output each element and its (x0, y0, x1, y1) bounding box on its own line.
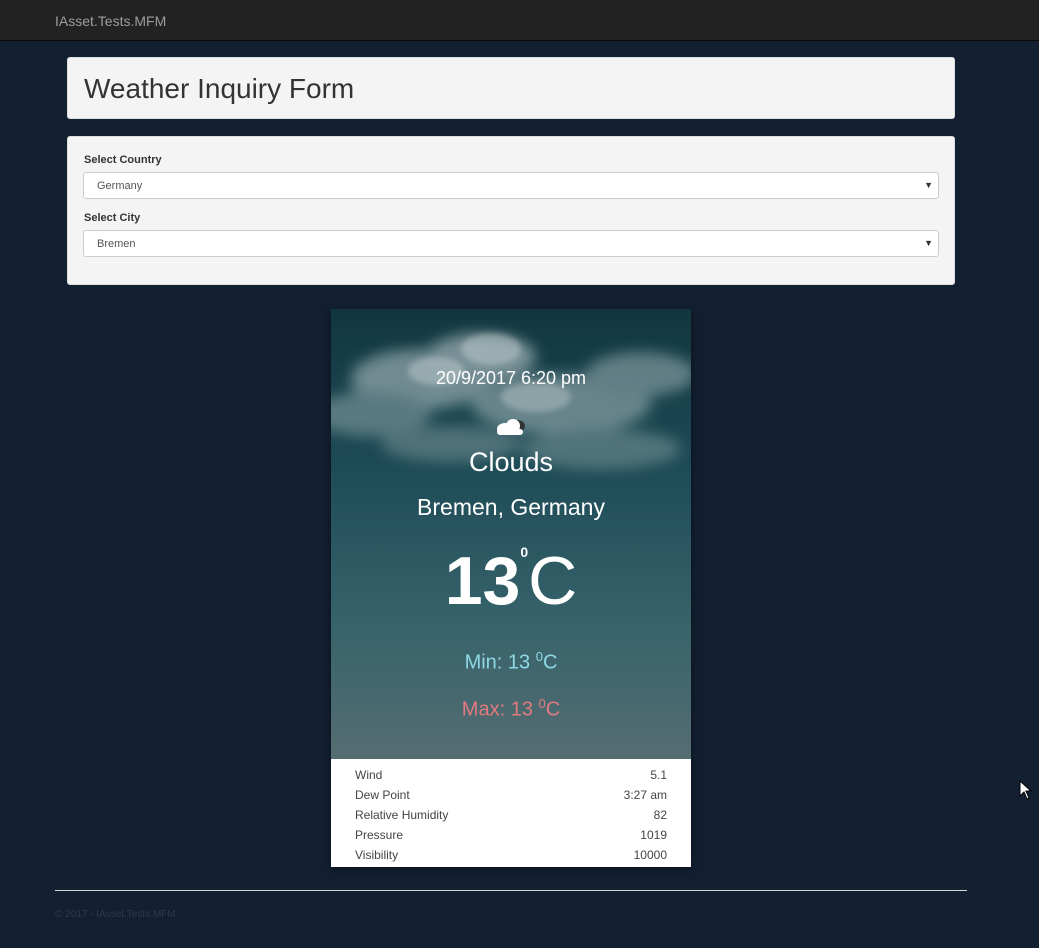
detail-label: Relative Humidity (355, 808, 449, 822)
top-navbar: IAsset.Tests.MFM (0, 0, 1039, 41)
detail-label: Visibility (355, 848, 399, 862)
weather-card: 20/9/2017 6:20 pm Clouds Bremen, Germany… (331, 309, 691, 867)
weather-location: Bremen, Germany (417, 494, 605, 520)
detail-row-relative-humidity: Relative Humidity 82 (355, 805, 667, 825)
chevron-down-icon: ▼ (924, 180, 933, 190)
weather-details-list: Wind 5.1 Dew Point 3:27 am Relative Humi… (355, 765, 667, 865)
footer-divider (55, 890, 967, 891)
detail-row-visibility: Visibility 10000 (355, 845, 667, 865)
detail-value: 5.1 (650, 768, 667, 782)
inquiry-form: Select Country Germany ▼ Select City Bre… (67, 136, 955, 285)
current-temperature: 130C (331, 544, 691, 615)
detail-label: Pressure (355, 828, 404, 842)
country-select-value: Germany (97, 180, 143, 192)
max-temperature-unit: C (545, 698, 561, 721)
cloud-icon (497, 419, 525, 435)
max-temperature-label: Max: 13 (461, 698, 539, 721)
degree-symbol: 0 (520, 544, 529, 560)
city-select-value: Bremen (97, 238, 136, 250)
min-temperature-unit: C (542, 651, 558, 674)
page-title: Weather Inquiry Form (84, 73, 355, 104)
mouse-cursor-icon (1019, 780, 1033, 800)
chevron-down-icon: ▼ (924, 238, 933, 248)
country-select[interactable]: Germany ▼ (83, 172, 939, 199)
weather-datetime: 20/9/2017 6:20 pm (435, 368, 587, 388)
title-panel: Weather Inquiry Form (67, 57, 955, 119)
country-label: Select Country (84, 154, 162, 166)
detail-row-pressure: Pressure 1019 (355, 825, 667, 845)
temperature-value: 13 (444, 543, 521, 619)
brand-link[interactable]: IAsset.Tests.MFM (55, 13, 166, 29)
city-select[interactable]: Bremen ▼ (83, 230, 939, 257)
temperature-unit: C (528, 543, 578, 619)
footer-copyright: © 2017 - IAsset.Tests.MFM (55, 909, 176, 920)
detail-row-wind: Wind 5.1 (355, 765, 667, 785)
max-degree-symbol: 0 (538, 696, 546, 711)
detail-label: Wind (355, 768, 383, 782)
detail-value: 82 (653, 808, 667, 822)
detail-row-dew-point: Dew Point 3:27 am (355, 785, 667, 805)
max-temperature: Max: 13 0C (331, 696, 691, 722)
detail-value: 1019 (640, 828, 667, 842)
weather-hero: 20/9/2017 6:20 pm Clouds Bremen, Germany… (331, 309, 691, 759)
detail-label: Dew Point (355, 788, 410, 802)
weather-condition: Clouds (468, 447, 554, 477)
detail-value: 10000 (633, 848, 667, 862)
detail-value: 3:27 am (623, 788, 667, 802)
min-temperature-label: Min: 13 (464, 651, 536, 674)
min-temperature: Min: 13 0C (331, 649, 691, 675)
city-label: Select City (84, 212, 141, 224)
min-degree-symbol: 0 (535, 649, 543, 664)
